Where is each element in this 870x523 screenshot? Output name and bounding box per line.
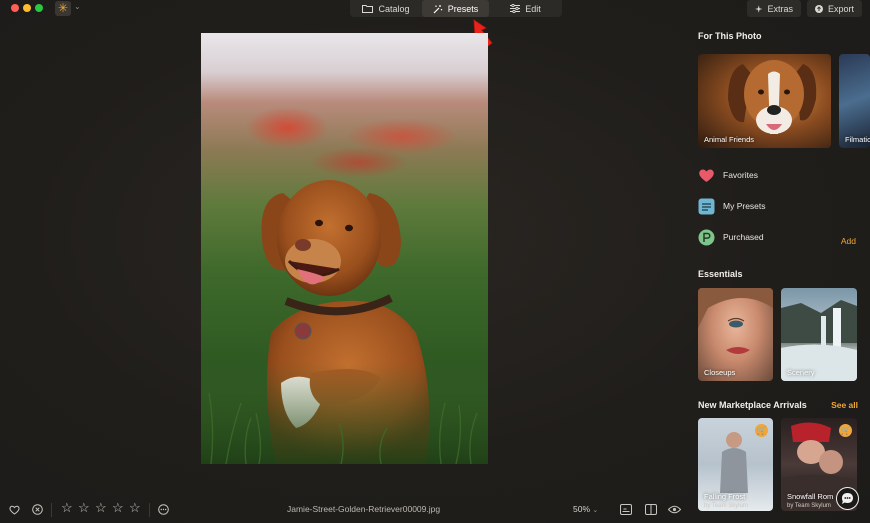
presets-icon [698, 198, 715, 214]
collection-label: Purchased [723, 232, 764, 242]
star-rating-4[interactable]: ☆ [112, 501, 124, 515]
divider [149, 503, 150, 517]
close-window-button[interactable] [11, 4, 19, 12]
cart-icon: 🛒 [755, 424, 768, 437]
tab-edit-label: Edit [525, 3, 541, 14]
marketplace-title: New Marketplace Arrivals [698, 400, 807, 410]
preset-card-closeups[interactable]: Closeups [698, 288, 773, 381]
heart-icon [699, 168, 714, 182]
bottom-bar: ☆ ☆ ☆ ☆ ☆ Jamie-Street-Golden-Retriever0… [0, 498, 870, 523]
folder-icon [362, 5, 374, 13]
histogram-icon[interactable] [620, 504, 632, 515]
tab-presets[interactable]: Presets [422, 0, 489, 17]
more-options-icon[interactable] [158, 504, 169, 515]
minimize-window-button[interactable] [23, 4, 31, 12]
photo-canvas[interactable] [201, 33, 488, 464]
mode-tabs: Catalog Presets Edit [350, 0, 562, 17]
divider [51, 503, 52, 517]
heart-outline-icon[interactable] [9, 505, 20, 515]
chevron-down-icon[interactable]: ⌄ [74, 2, 81, 11]
zoom-level-dropdown[interactable]: 50% ⌄ [573, 504, 598, 514]
star-rating-1[interactable]: ☆ [61, 501, 73, 515]
preset-card-animal-friends[interactable]: Animal Friends [698, 54, 831, 148]
collection-purchased[interactable]: Purchased [698, 228, 863, 246]
tab-presets-label: Presets [447, 3, 479, 14]
cart-icon: 🛒 [839, 424, 852, 437]
for-this-photo-title: For This Photo [698, 31, 762, 41]
collection-label: Favorites [723, 170, 758, 180]
tab-edit[interactable]: Edit [489, 0, 562, 17]
zoom-level: 50% [573, 504, 591, 514]
collection-favorites[interactable]: Favorites [698, 166, 863, 184]
collection-label: My Presets [723, 201, 766, 211]
compare-icon[interactable] [645, 504, 657, 515]
beagle-thumbnail [728, 60, 817, 134]
star-rating-5[interactable]: ☆ [129, 501, 141, 515]
purchased-icon [698, 229, 715, 245]
tab-catalog-label: Catalog [378, 3, 410, 14]
sliders-icon [510, 4, 521, 13]
file-name: Jamie-Street-Golden-Retriever00009.jpg [287, 504, 441, 514]
sun-burst-icon[interactable]: ✳ [55, 1, 71, 16]
preset-card-label: Filmatic [845, 135, 870, 144]
zoom-window-button[interactable] [35, 4, 43, 12]
magic-wand-icon [433, 4, 442, 13]
preset-card-label: Animal Friends [704, 135, 755, 144]
star-rating-2[interactable]: ☆ [78, 501, 90, 515]
chevron-down-icon: ⌄ [592, 507, 599, 514]
dog-photo [201, 180, 488, 464]
preset-card-scenery[interactable]: Scenery [781, 288, 857, 381]
add-purchased-link[interactable]: Add [841, 236, 856, 246]
reject-icon[interactable] [32, 504, 43, 515]
essentials-title: Essentials [698, 269, 743, 279]
preset-card-filmatic[interactable]: Filmatic [839, 54, 870, 148]
see-all-link[interactable]: See all [831, 400, 858, 410]
presets-panel: For This Photo Animal Friends Filmatic F… [690, 0, 870, 523]
eye-icon[interactable] [668, 505, 681, 514]
app-window: ✳ ⌄ Catalog Presets Edit Extras Export F… [0, 0, 870, 523]
preset-card-label: Scenery [787, 368, 815, 377]
preset-card-label: Closeups [704, 368, 736, 377]
star-rating-3[interactable]: ☆ [95, 501, 107, 515]
collection-my-presets[interactable]: My Presets [698, 197, 863, 215]
tab-catalog[interactable]: Catalog [350, 0, 422, 17]
